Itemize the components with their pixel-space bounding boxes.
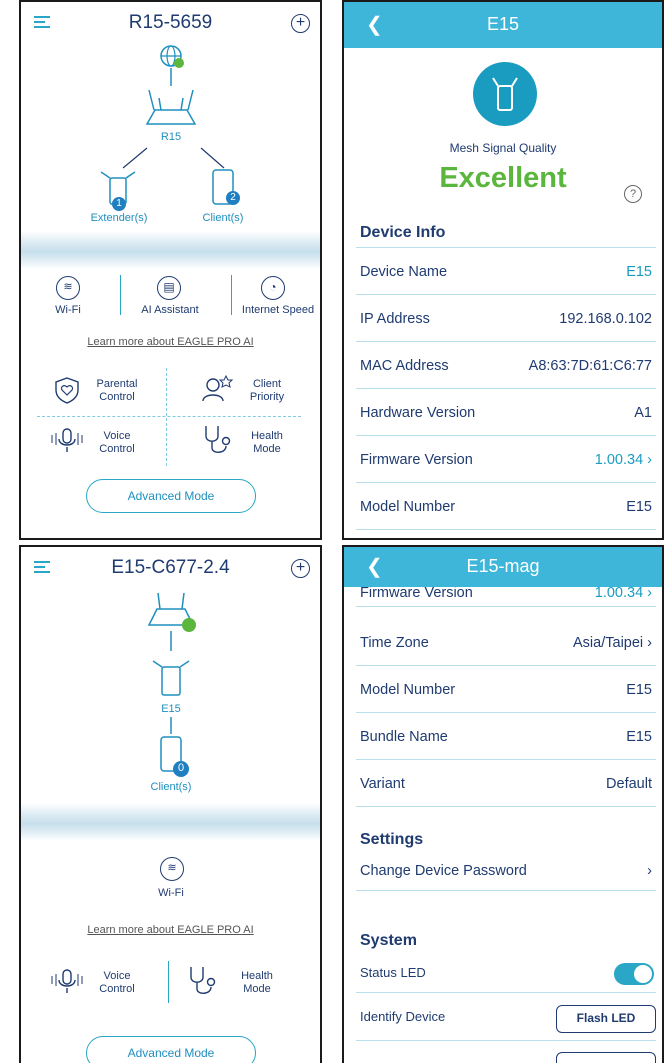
stethoscope-icon	[190, 967, 216, 994]
row-value: A8:63:7D:61:C6:77	[528, 358, 652, 374]
firmware-version-row[interactable]: Firmware Version 1.00.34 ›	[356, 436, 656, 483]
person-star-icon	[202, 374, 233, 402]
health-mode-button[interactable]: Health Mode	[227, 970, 287, 996]
status-led-row: Status LED	[356, 949, 656, 993]
wifi-icon[interactable]: ≋	[56, 276, 80, 300]
ai-assistant-icon[interactable]: ▤	[157, 276, 181, 300]
row-value: 192.168.0.102	[559, 311, 652, 327]
row-key: Model Number	[360, 499, 456, 515]
row-key: Change Device Password	[360, 863, 527, 879]
wifi-icon[interactable]: ≋	[160, 857, 184, 881]
home-screen-router: R15-5659 + R15 1 2 Extender(s) Client(s)…	[19, 0, 322, 540]
divider	[231, 275, 232, 315]
ai-assistant-button[interactable]: AI Assistant	[127, 304, 213, 316]
extenders-link[interactable]: Extender(s)	[79, 212, 159, 224]
row-key: Identify Device	[360, 1009, 446, 1024]
router-icon	[147, 592, 196, 632]
model-number-row: Model Number E15	[356, 666, 656, 713]
advanced-mode-button[interactable]: Advanced Mode	[86, 479, 256, 513]
row-value: E15	[626, 682, 652, 698]
extender-icon	[152, 660, 190, 696]
router-icon	[145, 89, 197, 125]
row-key: Variant	[360, 776, 405, 792]
extender-device-icon	[473, 62, 537, 126]
top-bar: ❮ E15	[344, 2, 662, 48]
row-key: Firmware Version	[360, 452, 473, 468]
mac-address-row: MAC Address A8:63:7D:61:C6:77	[356, 342, 656, 389]
partial-button[interactable]	[556, 1052, 656, 1063]
row-key: Status LED	[360, 965, 426, 980]
device-info-screen: ❮ E15 Mesh Signal Quality Excellent ? De…	[342, 0, 664, 540]
client-count-badge: 2	[230, 192, 236, 203]
voice-control-button[interactable]: Voice Control	[87, 430, 147, 456]
row-value: E15	[626, 729, 652, 745]
row-value: Asia/Taipei ›	[573, 635, 652, 651]
learn-more-link[interactable]: Learn more about EAGLE PRO AI	[21, 924, 320, 936]
home-screen-extender: E15-C677-2.4 + E15 0 Client(s) ≋ Wi-Fi L…	[19, 545, 322, 1063]
extender-label: E15	[161, 703, 181, 715]
page-title: E15	[486, 14, 520, 34]
client-priority-button[interactable]: Client Priority	[237, 378, 297, 404]
row-key: Bundle Name	[360, 729, 448, 745]
internet-speed-button[interactable]: Internet Speed	[233, 304, 320, 316]
mesh-signal-quality-label: Mesh Signal Quality	[449, 141, 557, 155]
row-key: Hardware Version	[360, 405, 476, 421]
row-key: Device Name	[360, 264, 448, 280]
wave-divider	[21, 231, 320, 269]
microphone-icon	[51, 428, 83, 452]
device-name-row[interactable]: Device Name E15	[356, 248, 656, 295]
wifi-button[interactable]: Wi-Fi	[141, 887, 201, 899]
topology-diagram	[100, 45, 240, 211]
row-value: E15	[626, 499, 652, 515]
topology-diagram	[147, 592, 196, 777]
wifi-button[interactable]: Wi-Fi	[38, 304, 98, 316]
advanced-mode-button[interactable]: Advanced Mode	[86, 1036, 256, 1063]
status-led-toggle[interactable]	[614, 963, 654, 985]
row-key: MAC Address	[360, 358, 449, 374]
microphone-icon	[51, 969, 83, 993]
speedometer-icon[interactable]: ◔	[261, 276, 285, 300]
row-key: IP Address	[360, 311, 430, 327]
change-password-row[interactable]: Change Device Password ›	[356, 847, 656, 891]
stethoscope-icon	[205, 426, 231, 453]
router-label: R15	[160, 131, 182, 143]
device-info-heading: Device Info	[360, 224, 446, 241]
divider	[168, 961, 169, 1003]
learn-more-link[interactable]: Learn more about EAGLE PRO AI	[21, 336, 320, 348]
flash-led-button[interactable]: Flash LED	[556, 1005, 656, 1033]
row-value: 1.00.34 ›	[594, 585, 652, 601]
clients-link[interactable]: Client(s)	[189, 212, 257, 224]
signal-quality-value: Excellent	[439, 162, 567, 194]
help-icon[interactable]: ?	[624, 185, 642, 203]
row-value: Default	[606, 776, 652, 792]
model-number-row: Model Number E15	[356, 483, 656, 530]
client-count-badge: 0	[177, 762, 185, 774]
row-value: E15	[626, 264, 652, 280]
ip-address-row: IP Address 192.168.0.102	[356, 295, 656, 342]
hardware-version-row: Hardware Version A1	[356, 389, 656, 436]
row-key: Model Number	[360, 682, 456, 698]
page-title: E15-mag	[466, 556, 540, 576]
parental-control-button[interactable]: Parental Control	[87, 378, 147, 404]
chevron-right-icon: ›	[647, 863, 652, 879]
time-zone-row[interactable]: Time Zone Asia/Taipei ›	[356, 619, 656, 666]
clients-link[interactable]: Client(s)	[136, 781, 206, 793]
row-value: A1	[634, 405, 652, 421]
device-settings-screen: Firmware Version 1.00.34 › ❮ E15-mag Tim…	[342, 545, 664, 1063]
bundle-name-row: Bundle Name E15	[356, 713, 656, 760]
extender-count-badge: 1	[116, 198, 122, 209]
shield-heart-icon	[55, 377, 79, 404]
health-mode-button[interactable]: Health Mode	[237, 430, 297, 456]
divider	[120, 275, 121, 315]
row-key: Time Zone	[360, 635, 429, 651]
row-value: 1.00.34 ›	[594, 452, 652, 468]
row-key: Firmware Version	[360, 585, 473, 601]
system-heading: System	[360, 932, 417, 949]
voice-control-button[interactable]: Voice Control	[87, 970, 147, 996]
top-bar: ❮ E15-mag	[344, 547, 662, 587]
wave-divider	[21, 803, 320, 841]
variant-row: Variant Default	[356, 760, 656, 807]
globe-icon	[160, 45, 184, 68]
